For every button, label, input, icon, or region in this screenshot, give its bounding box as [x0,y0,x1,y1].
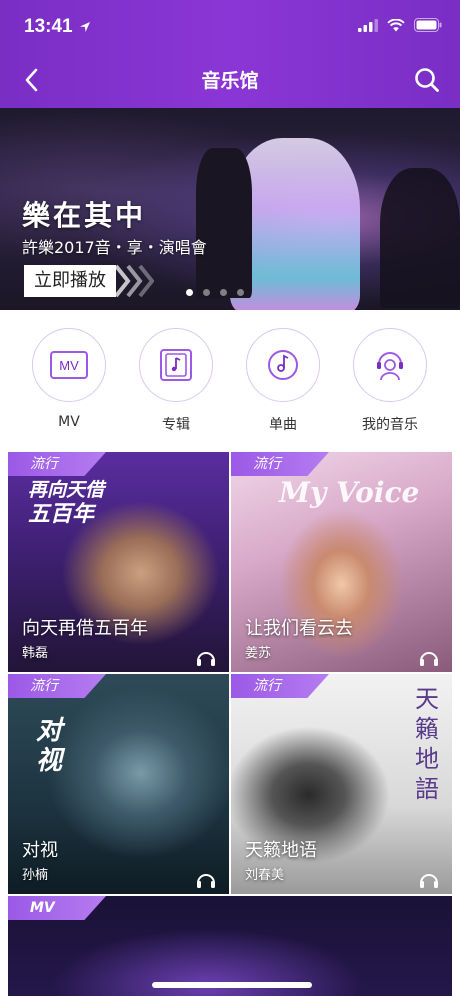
mv-icon: MV [50,351,88,379]
mv-icon-text: MV [59,358,79,373]
song-card[interactable]: My Voice 流行 让我们看云去 姜苏 [231,452,452,672]
wifi-icon [387,18,405,31]
artist-name: 韩磊 [22,646,49,661]
genre-tag: 流行 [231,452,329,476]
category-row: MV MV 专辑 单曲 我的音乐 [0,324,460,444]
single-icon-circle [246,328,320,402]
location-arrow-icon [79,22,90,32]
card-cover-text: 天籟地語 [415,685,439,803]
battery-icon [414,18,442,32]
song-title: 天籁地语 [245,840,317,861]
song-title: 对视 [22,840,58,861]
headphones-icon[interactable] [418,646,440,668]
genre-tag: 流行 [8,452,106,476]
banner-musician [380,168,460,308]
home-indicator[interactable] [152,982,312,988]
signal-icon [358,18,378,32]
page-title: 音乐馆 [201,70,259,92]
status-icons [358,18,442,32]
headphones-icon[interactable] [418,868,440,890]
song-card[interactable]: 再向天借 五百年 流行 向天再借五百年 韩磊 [8,452,229,672]
album-icon-circle [139,328,213,402]
cover-line-1: 对 [36,716,63,746]
song-card[interactable]: 对 视 流行 对视 孙楠 [8,674,229,894]
cover-line-2: 五百年 [28,501,95,527]
search-icon [415,68,439,92]
category-label-single: 单曲 [269,417,297,433]
category-single[interactable]: 单曲 [228,324,338,434]
status-time-text: 13:41 [24,16,73,37]
banner-subtitle: 許樂2017音・享・演唱會 [22,238,207,257]
artist-name: 姜苏 [245,646,272,661]
cover-line-2: 视 [36,746,63,776]
banner-dot[interactable] [220,289,227,296]
category-mv[interactable]: MV MV [14,324,124,430]
genre-tag: 流行 [231,674,329,698]
artist-name: 孙楠 [22,868,49,883]
chevrons-right-icon [114,264,154,298]
song-title: 让我们看云去 [245,618,353,639]
mv-tag: MV [8,896,106,920]
song-card[interactable]: 天籟地語 流行 天籁地语 刘春美 [231,674,452,894]
category-label-my-music: 我的音乐 [362,417,418,433]
headphones-icon[interactable] [195,646,217,668]
headphones-icon[interactable] [195,868,217,890]
banner-performer-singer [196,148,252,298]
banner-dot[interactable] [203,289,210,296]
search-button[interactable] [412,64,442,96]
card-cover-text: 再向天借 五百年 [28,478,104,527]
mv-card[interactable]: MV [8,896,452,996]
banner-dot[interactable] [237,289,244,296]
banner-title: 樂在其中 [22,199,147,232]
play-now-button[interactable]: 立即播放 [24,265,116,297]
song-title: 向天再借五百年 [22,618,148,639]
genre-tag: 流行 [8,674,106,698]
header: 13:41 音乐馆 [0,0,460,108]
category-label-mv: MV [58,414,80,430]
album-icon [160,349,192,381]
banner-pagination [186,289,244,296]
card-cover-text: My Voice [279,476,420,509]
banner[interactable]: 樂在其中 許樂2017音・享・演唱會 立即播放 [0,108,460,310]
category-my-music[interactable]: 我的音乐 [335,324,445,434]
category-album[interactable]: 专辑 [121,324,231,434]
single-icon [268,350,298,380]
artist-name: 刘春美 [245,868,285,883]
mv-icon-circle: MV [32,328,106,402]
card-cover-text: 对 视 [36,716,62,776]
cover-line-1: 再向天借 [28,479,105,501]
my-music-icon-circle [353,328,427,402]
status-time: 13:41 [24,16,91,38]
banner-dot[interactable] [186,289,193,296]
category-label-album: 专辑 [162,417,190,433]
my-music-icon [377,352,403,381]
